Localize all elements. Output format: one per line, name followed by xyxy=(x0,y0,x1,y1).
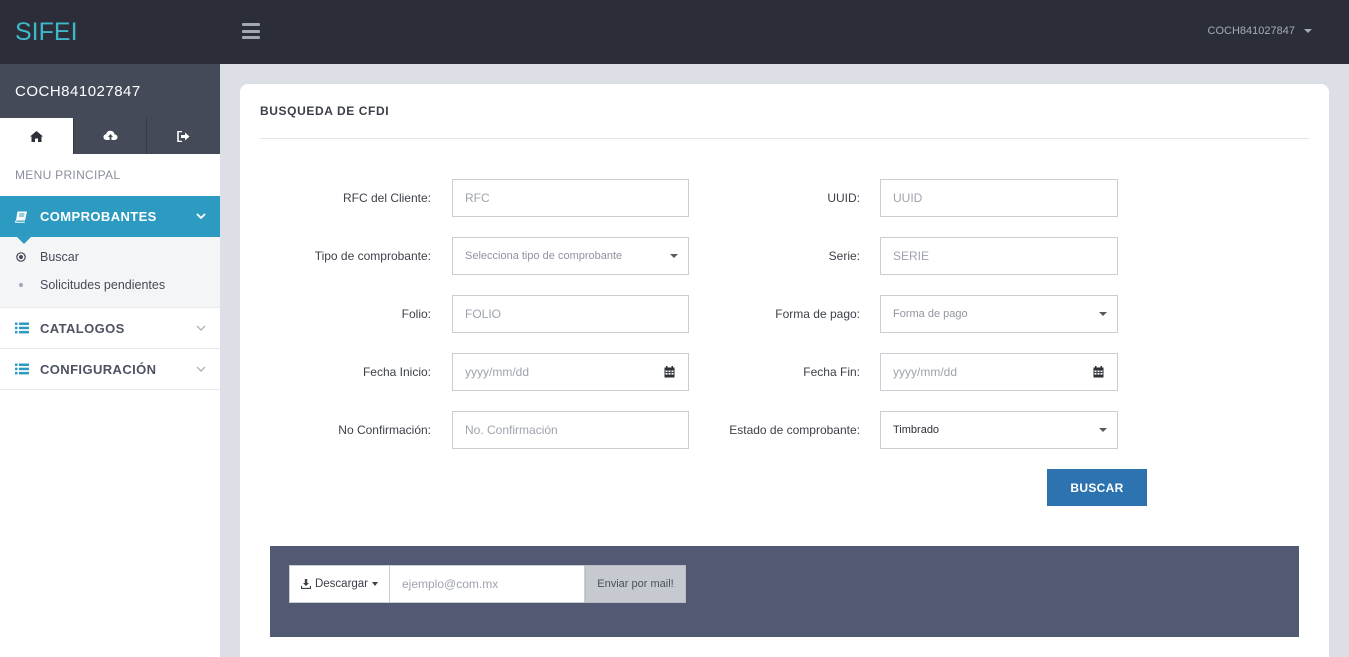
fecha-inicio-input[interactable] xyxy=(452,353,652,391)
home-icon xyxy=(29,130,43,142)
bullet-icon xyxy=(19,283,23,287)
rfc-label: RFC del Cliente: xyxy=(342,191,431,205)
folio-input[interactable] xyxy=(452,295,689,333)
brand: SIFEI xyxy=(0,0,220,64)
cloud-upload-icon xyxy=(103,130,117,142)
forma-pago-label: Forma de pago: xyxy=(775,307,860,321)
no-confirmacion-input[interactable] xyxy=(452,411,689,449)
sidebar-tab-home[interactable] xyxy=(0,118,73,154)
search-panel: BUSQUEDA DE CFDI RFC del Cliente: UUID: … xyxy=(240,84,1329,657)
panel-title: BUSQUEDA DE CFDI xyxy=(260,104,390,118)
export-action-bar: Descargar Enviar por mail! xyxy=(270,546,1299,637)
submenu-item-solicitudes[interactable]: Solicitudes pendientes xyxy=(0,271,220,299)
download-icon xyxy=(300,579,311,589)
fecha-fin-input[interactable] xyxy=(880,353,1081,391)
estado-comprobante-value: Timbrado xyxy=(893,424,940,436)
sidebar-user: COCH841027847 xyxy=(0,64,220,118)
sidebar-user-name: COCH841027847 xyxy=(15,82,141,100)
submenu-item-buscar[interactable]: Buscar xyxy=(0,243,220,271)
submenu-item-label: Buscar xyxy=(40,250,79,264)
caret-down-icon xyxy=(1099,312,1107,316)
fecha-inicio-label: Fecha Inicio: xyxy=(362,365,431,379)
sidebar-item-label: COMPROBANTES xyxy=(40,209,157,224)
rfc-input[interactable] xyxy=(452,179,689,217)
forma-pago-value: Forma de pago xyxy=(893,308,968,320)
caret-down-icon xyxy=(1099,428,1107,432)
descargar-label: Descargar xyxy=(314,578,369,590)
brand-logo[interactable]: SIFEI xyxy=(15,18,78,47)
sidebar-item-comprobantes[interactable]: COMPROBANTES xyxy=(0,196,220,244)
radio-selected-icon xyxy=(16,252,26,262)
list-icon xyxy=(15,321,29,335)
book-icon xyxy=(15,210,29,224)
forma-pago-select[interactable]: Forma de pago xyxy=(880,295,1118,333)
sidebar-item-catalogos[interactable]: CATALOGOS xyxy=(0,308,220,349)
top-bar: COCH841027847 xyxy=(220,0,1349,64)
sign-out-icon xyxy=(177,130,190,142)
tipo-comprobante-value: Selecciona tipo de comprobante xyxy=(465,250,623,262)
submenu-comprobantes: Buscar Solicitudes pendientes xyxy=(0,237,220,308)
caret-down-icon xyxy=(372,582,379,586)
tipo-comprobante-label: Tipo de comprobante: xyxy=(314,249,431,263)
serie-label: Serie: xyxy=(828,249,860,263)
no-confirmacion-label: No Confirmación: xyxy=(338,423,431,437)
estado-comprobante-label: Estado de comprobante: xyxy=(729,423,860,437)
fecha-fin-calendar-button[interactable] xyxy=(1080,353,1118,391)
uuid-input[interactable] xyxy=(880,179,1118,217)
tipo-comprobante-select[interactable]: Selecciona tipo de comprobante xyxy=(452,237,689,275)
descargar-dropdown-button[interactable]: Descargar xyxy=(289,565,390,603)
calendar-icon xyxy=(1093,366,1104,378)
list-icon xyxy=(15,362,29,376)
menu-heading: MENU PRINCIPAL xyxy=(15,168,121,182)
hamburger-menu-icon[interactable] xyxy=(242,23,260,39)
buscar-button[interactable]: BUSCAR xyxy=(1047,469,1147,506)
sidebar-item-label: CATALOGOS xyxy=(40,320,125,336)
chevron-down-icon xyxy=(196,366,206,372)
estado-comprobante-select[interactable]: Timbrado xyxy=(880,411,1118,449)
sidebar-tab-logout[interactable] xyxy=(146,118,220,154)
chevron-down-icon xyxy=(196,213,206,220)
sidebar-item-label: CONFIGURACIÓN xyxy=(40,361,157,377)
sidebar-item-configuracion[interactable]: CONFIGURACIÓN xyxy=(0,349,220,390)
user-menu-dropdown[interactable]: COCH841027847 xyxy=(1208,25,1312,37)
serie-input[interactable] xyxy=(880,237,1118,275)
submenu-item-label: Solicitudes pendientes xyxy=(40,278,166,292)
user-menu-label: COCH841027847 xyxy=(1207,25,1295,37)
enviar-mail-button[interactable]: Enviar por mail! xyxy=(585,565,686,603)
uuid-label: UUID: xyxy=(827,191,860,205)
sidebar-tab-upload[interactable] xyxy=(72,118,147,154)
sidebar-tabs xyxy=(0,118,220,154)
sidebar: SIFEI COCH841027847 MENU PRINCIPAL COMPR… xyxy=(0,0,220,657)
chevron-down-icon xyxy=(196,325,206,331)
caret-down-icon xyxy=(1304,29,1312,33)
fecha-fin-label: Fecha Fin: xyxy=(803,365,860,379)
divider xyxy=(260,138,1309,139)
email-input[interactable] xyxy=(390,565,585,603)
folio-label: Folio: xyxy=(401,307,431,321)
